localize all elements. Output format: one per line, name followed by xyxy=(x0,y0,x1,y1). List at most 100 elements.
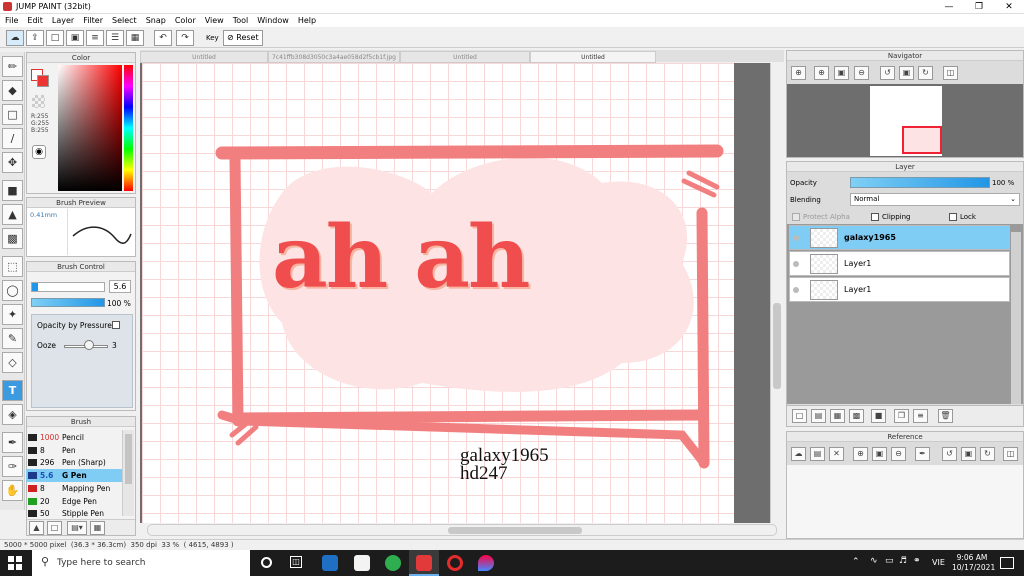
menu-layer[interactable]: Layer xyxy=(47,14,78,25)
blending-select[interactable]: Normal ⌄ xyxy=(850,193,1020,206)
chat-icon[interactable]: ▣ xyxy=(66,30,84,46)
ooze-slider-handle[interactable] xyxy=(84,340,94,350)
store-icon[interactable] xyxy=(354,555,370,571)
new-layer-8bit-icon[interactable]: ▦ xyxy=(830,409,845,423)
magic-wand-tool-icon[interactable]: ✦ xyxy=(2,304,23,325)
brush-tool-icon[interactable]: ✏ xyxy=(2,56,23,77)
ime-icon[interactable]: ⚭ xyxy=(913,556,921,566)
select-eraser-tool-icon[interactable]: ◇ xyxy=(2,352,23,373)
windows-start-icon[interactable] xyxy=(8,556,22,570)
task-view-icon[interactable]: ◫ xyxy=(290,556,302,568)
menu-select[interactable]: Select xyxy=(107,14,141,25)
vertical-scroll-thumb[interactable] xyxy=(773,303,781,389)
undo-icon[interactable]: ↶ xyxy=(154,30,172,46)
nav-zoom-in-icon[interactable]: ⊕ xyxy=(791,66,806,80)
tab-untitled-3[interactable]: Untitled xyxy=(530,51,656,63)
nav-fit-icon[interactable]: ▣ xyxy=(834,66,849,80)
brush-menu-icon[interactable]: ▤▾ xyxy=(67,521,87,535)
nav-rotate-left-icon[interactable]: ↺ xyxy=(880,66,895,80)
bucket-tool-icon[interactable]: ▲ xyxy=(2,204,23,225)
brush-item-0[interactable]: 1000 Pencil xyxy=(26,431,122,444)
layer-opacity-slider[interactable] xyxy=(850,177,990,188)
new-brush-icon[interactable]: □ xyxy=(47,521,62,535)
gradient-tool-icon[interactable]: ▩ xyxy=(2,228,23,249)
list-icon[interactable]: ☰ xyxy=(106,30,124,46)
ref-zoom-out-icon[interactable]: ⊖ xyxy=(891,447,906,461)
language-indicator[interactable]: VIE xyxy=(932,558,945,567)
restore-icon[interactable]: ❐ xyxy=(964,0,994,14)
close-icon[interactable]: ✕ xyxy=(994,0,1024,14)
volume-icon[interactable]: ♬ xyxy=(899,556,907,566)
nav-reset-rotate-icon[interactable]: ▣ xyxy=(899,66,914,80)
new-folder-icon[interactable]: ■ xyxy=(871,409,886,423)
layer-visibility-icon[interactable] xyxy=(793,235,799,241)
new-layer-1bit-icon[interactable]: ▤ xyxy=(811,409,826,423)
ref-close-icon[interactable]: ✕ xyxy=(829,447,844,461)
browser-icon[interactable] xyxy=(385,555,401,571)
menu-tool[interactable]: Tool xyxy=(228,14,253,25)
paint-app-icon[interactable] xyxy=(478,555,494,571)
ref-rotate-left-icon[interactable]: ↺ xyxy=(942,447,957,461)
network-icon[interactable]: ∿ xyxy=(870,556,878,566)
pick-tool-icon[interactable]: ✑ xyxy=(2,456,23,477)
layer-row-2[interactable]: Layer1 xyxy=(789,277,1010,302)
layer-row-1[interactable]: Layer1 xyxy=(789,251,1010,276)
layer-visibility-icon[interactable] xyxy=(793,287,799,293)
ref-zoom-in-icon[interactable]: ⊕ xyxy=(853,447,868,461)
canvas-horizontal-scrollbar[interactable] xyxy=(147,524,777,536)
eyedropper-tool-icon[interactable]: ✒ xyxy=(2,432,23,453)
opacity-by-pressure-checkbox[interactable] xyxy=(112,321,120,329)
minimize-icon[interactable]: — xyxy=(934,0,964,14)
rect-tool-icon[interactable]: □ xyxy=(2,104,23,125)
menu-edit[interactable]: Edit xyxy=(22,14,47,25)
lock-checkbox[interactable] xyxy=(949,213,957,221)
opera-icon[interactable] xyxy=(447,555,463,571)
move-tool-icon[interactable]: ✥ xyxy=(2,152,23,173)
ref-fit-icon[interactable]: ▣ xyxy=(872,447,887,461)
delete-layer-icon[interactable]: 🗑 xyxy=(938,409,953,423)
menu-color[interactable]: Color xyxy=(170,14,200,25)
select-pen-tool-icon[interactable]: ✎ xyxy=(2,328,23,349)
menu-snap[interactable]: Snap xyxy=(141,14,170,25)
brush-size-input[interactable]: 5.6 xyxy=(109,280,131,293)
brush-settings-icon[interactable]: ▦ xyxy=(90,521,105,535)
menu-window[interactable]: Window xyxy=(252,14,293,25)
hue-slider[interactable] xyxy=(124,65,133,191)
brush-item-2[interactable]: 296 Pen (Sharp) xyxy=(26,456,122,469)
redo-icon[interactable]: ↷ xyxy=(176,30,194,46)
hand-tool-icon[interactable]: ✋ xyxy=(2,480,23,501)
tab-untitled-2[interactable]: Untitled xyxy=(400,51,530,63)
tab-untitled-1[interactable]: Untitled xyxy=(140,51,268,63)
drawing-canvas[interactable]: ah ah galaxy1965 hd247 xyxy=(142,63,734,523)
text-tool-icon[interactable]: T xyxy=(2,380,23,401)
canvas-vertical-scrollbar[interactable] xyxy=(770,63,783,523)
nav-zoom-out-icon[interactable]: ⊖ xyxy=(854,66,869,80)
ref-cloud-icon[interactable]: ☁ xyxy=(791,447,806,461)
menu-view[interactable]: View xyxy=(200,14,228,25)
brush-item-4[interactable]: 8 Mapping Pen xyxy=(26,482,122,495)
tab-jpg[interactable]: 7c41ffb308d3050c3a4ae058d2f5cb1f.jpg xyxy=(268,51,400,63)
palette-icon[interactable]: ◉ xyxy=(32,145,46,159)
cortana-icon[interactable] xyxy=(261,557,272,568)
horizontal-scroll-thumb[interactable] xyxy=(448,527,582,534)
dropper-select-tool-icon[interactable]: ◈ xyxy=(2,404,23,425)
notification-icon[interactable] xyxy=(1000,557,1014,569)
battery-icon[interactable]: ▭ xyxy=(885,556,894,566)
brush-item-5[interactable]: 20 Edge Pen xyxy=(26,495,122,508)
ref-rotate-right-icon[interactable]: ↻ xyxy=(980,447,995,461)
background-color-swatch[interactable] xyxy=(37,75,49,87)
lasso-tool-icon[interactable]: ◯ xyxy=(2,280,23,301)
transparent-color-swatch[interactable] xyxy=(32,95,45,108)
ref-flip-icon[interactable]: ◫ xyxy=(1003,447,1018,461)
layer-list-scrollbar[interactable] xyxy=(1011,232,1021,404)
brush-list-scrollbar[interactable] xyxy=(122,430,134,516)
layer-visibility-icon[interactable] xyxy=(793,261,799,267)
nav-rotate-right-icon[interactable]: ↻ xyxy=(918,66,933,80)
brush-folder-icon[interactable]: ▲ xyxy=(29,521,44,535)
reset-button[interactable]: ⊘ Reset xyxy=(223,30,263,46)
ref-reset-icon[interactable]: ▣ xyxy=(961,447,976,461)
document-icon[interactable]: ≡ xyxy=(86,30,104,46)
menu-filter[interactable]: Filter xyxy=(78,14,107,25)
navigator-view-box[interactable] xyxy=(902,126,942,154)
new-layer-icon[interactable]: □ xyxy=(792,409,807,423)
